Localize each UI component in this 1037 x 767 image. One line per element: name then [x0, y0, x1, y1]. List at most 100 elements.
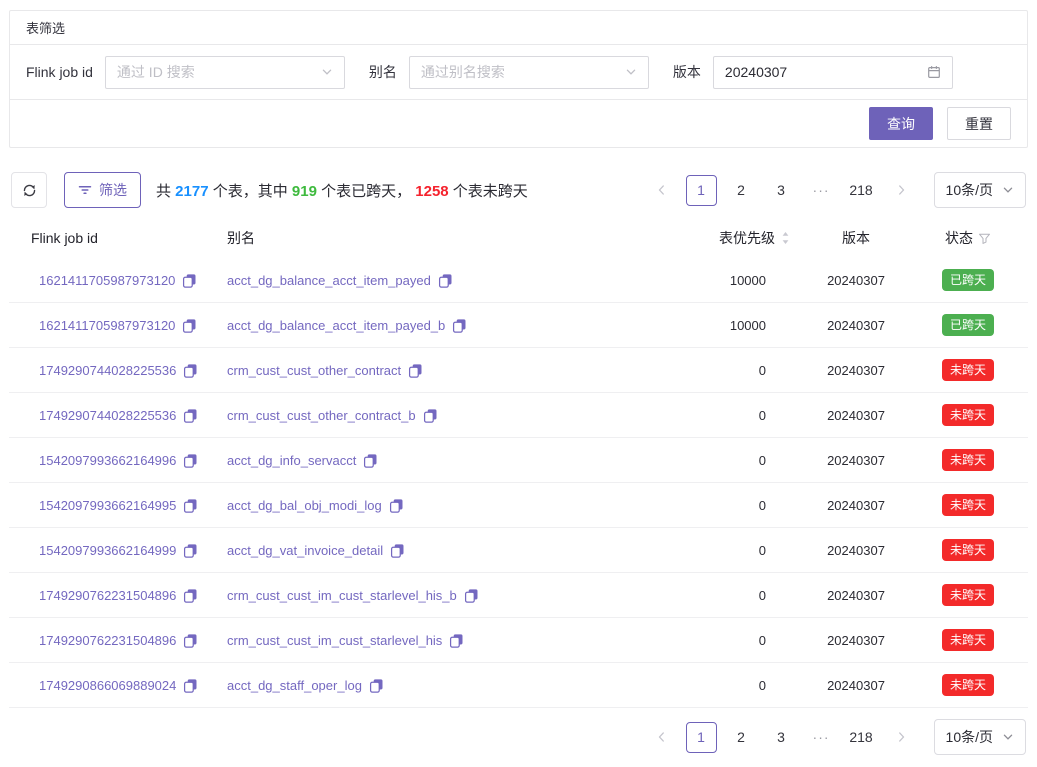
copy-icon[interactable]	[452, 318, 467, 333]
status-badge: 已跨天	[942, 269, 994, 291]
page-3-button[interactable]: 3	[766, 722, 797, 753]
flink-job-id-link[interactable]: 1621411705987973120	[39, 318, 175, 333]
sort-icon[interactable]	[781, 231, 790, 245]
job-id-select[interactable]: 通过 ID 搜索	[105, 56, 345, 89]
flink-job-id-link[interactable]: 1749290762231504896	[39, 633, 176, 648]
flink-job-id-link[interactable]: 1542097993662164996	[39, 453, 176, 468]
prev-page-button[interactable]	[646, 722, 677, 753]
copy-icon[interactable]	[449, 633, 464, 648]
copy-icon[interactable]	[390, 543, 405, 558]
filter-button[interactable]: 筛选	[64, 172, 141, 208]
copy-icon[interactable]	[369, 678, 384, 693]
version-value: 20240307	[827, 363, 885, 378]
row-version-cell: 20240307	[806, 678, 906, 693]
funnel-filter-icon[interactable]	[978, 232, 991, 245]
row-alias-cell: crm_cust_cust_other_contract	[227, 363, 656, 378]
alias-link[interactable]: crm_cust_cust_im_cust_starlevel_his_b	[227, 588, 457, 603]
copy-icon[interactable]	[183, 543, 198, 558]
prev-page-button[interactable]	[646, 175, 677, 206]
page-1-button[interactable]: 1	[686, 175, 717, 206]
row-status-cell: 未跨天	[922, 404, 1014, 426]
copy-icon[interactable]	[183, 498, 198, 513]
row-alias-cell: crm_cust_cust_im_cust_starlevel_his_b	[227, 588, 656, 603]
row-priority-cell: 0	[672, 498, 790, 513]
table-header-row: Flink job id 别名 表优先级 版本 状态	[9, 218, 1028, 258]
next-page-button[interactable]	[886, 722, 917, 753]
priority-value: 0	[759, 363, 766, 378]
filter-card-body: Flink job id 通过 ID 搜索 别名 通过别名搜索 版本 20240…	[10, 45, 1027, 100]
query-button[interactable]: 查询	[869, 107, 933, 140]
page-last-button[interactable]: 218	[846, 722, 877, 753]
table-row: 1749290744028225536 crm_cust_cust_other_…	[9, 393, 1028, 438]
filter-lines-icon	[78, 183, 92, 197]
alias-link[interactable]: acct_dg_vat_invoice_detail	[227, 543, 383, 558]
refresh-button[interactable]	[11, 172, 47, 208]
flink-job-id-link[interactable]: 1749290762231504896	[39, 588, 176, 603]
copy-icon[interactable]	[423, 408, 438, 423]
reset-button[interactable]: 重置	[947, 107, 1011, 140]
page-last-button[interactable]: 218	[846, 175, 877, 206]
copy-icon[interactable]	[182, 318, 197, 333]
priority-value: 10000	[730, 273, 766, 288]
alias-label: 别名	[369, 62, 397, 82]
refresh-icon	[22, 183, 37, 198]
summary-mid1: 个表，其中	[209, 183, 292, 200]
page-size-select[interactable]: 10条/页	[934, 172, 1026, 208]
header-alias: 别名	[227, 228, 656, 248]
row-alias-cell: crm_cust_cust_im_cust_starlevel_his	[227, 633, 656, 648]
row-priority-cell: 0	[672, 408, 790, 423]
row-status-cell: 未跨天	[922, 539, 1014, 561]
alias-link[interactable]: acct_dg_info_servacct	[227, 453, 356, 468]
copy-icon[interactable]	[183, 453, 198, 468]
page-2-button[interactable]: 2	[726, 722, 757, 753]
alias-link[interactable]: crm_cust_cust_other_contract	[227, 363, 401, 378]
alias-select[interactable]: 通过别名搜索	[409, 56, 649, 89]
copy-icon[interactable]	[183, 408, 198, 423]
alias-link[interactable]: acct_dg_balance_acct_item_payed_b	[227, 318, 445, 333]
version-value: 20240307	[827, 273, 885, 288]
row-id-cell: 1621411705987973120	[23, 273, 211, 288]
row-status-cell: 未跨天	[922, 584, 1014, 606]
flink-job-id-link[interactable]: 1749290866069889024	[39, 678, 176, 693]
page-1-button[interactable]: 1	[686, 722, 717, 753]
version-date-input[interactable]: 20240307	[713, 56, 953, 89]
alias-link[interactable]: acct_dg_staff_oper_log	[227, 678, 362, 693]
header-status[interactable]: 状态	[922, 228, 1014, 248]
copy-icon[interactable]	[183, 678, 198, 693]
summary-prefix: 共	[156, 183, 175, 200]
table-row: 1542097993662164999 acct_dg_vat_invoice_…	[9, 528, 1028, 573]
flink-job-id-link[interactable]: 1542097993662164995	[39, 498, 176, 513]
alias-link[interactable]: crm_cust_cust_other_contract_b	[227, 408, 416, 423]
next-page-button[interactable]	[886, 175, 917, 206]
copy-icon[interactable]	[389, 498, 404, 513]
priority-value: 0	[759, 543, 766, 558]
flink-job-id-link[interactable]: 1749290744028225536	[39, 408, 176, 423]
copy-icon[interactable]	[183, 363, 198, 378]
filter-card-footer: 查询 重置	[10, 100, 1027, 147]
page-size-select[interactable]: 10条/页	[934, 719, 1026, 755]
alias-link[interactable]: acct_dg_balance_acct_item_payed	[227, 273, 431, 288]
row-status-cell: 未跨天	[922, 449, 1014, 471]
copy-icon[interactable]	[438, 273, 453, 288]
flink-job-id-link[interactable]: 1749290744028225536	[39, 363, 176, 378]
row-priority-cell: 0	[672, 543, 790, 558]
page-2-button[interactable]: 2	[726, 175, 757, 206]
copy-icon[interactable]	[183, 588, 198, 603]
filter-button-label: 筛选	[99, 180, 127, 200]
flink-job-id-link[interactable]: 1621411705987973120	[39, 273, 175, 288]
copy-icon[interactable]	[182, 273, 197, 288]
alias-link[interactable]: crm_cust_cust_im_cust_starlevel_his	[227, 633, 442, 648]
copy-icon[interactable]	[183, 633, 198, 648]
alias-link[interactable]: acct_dg_bal_obj_modi_log	[227, 498, 382, 513]
priority-value: 0	[759, 498, 766, 513]
version-date-value: 20240307	[725, 64, 927, 80]
flink-job-id-link[interactable]: 1542097993662164999	[39, 543, 176, 558]
page-3-button[interactable]: 3	[766, 175, 797, 206]
page: 表筛选 Flink job id 通过 ID 搜索 别名 通过别名搜索 版本 2…	[0, 0, 1037, 755]
copy-icon[interactable]	[363, 453, 378, 468]
copy-icon[interactable]	[408, 363, 423, 378]
copy-icon[interactable]	[464, 588, 479, 603]
header-priority[interactable]: 表优先级	[672, 228, 790, 248]
version-label: 版本	[673, 62, 701, 82]
summary-text: 共 2177 个表，其中 919 个表已跨天， 1258 个表未跨天	[156, 180, 528, 201]
